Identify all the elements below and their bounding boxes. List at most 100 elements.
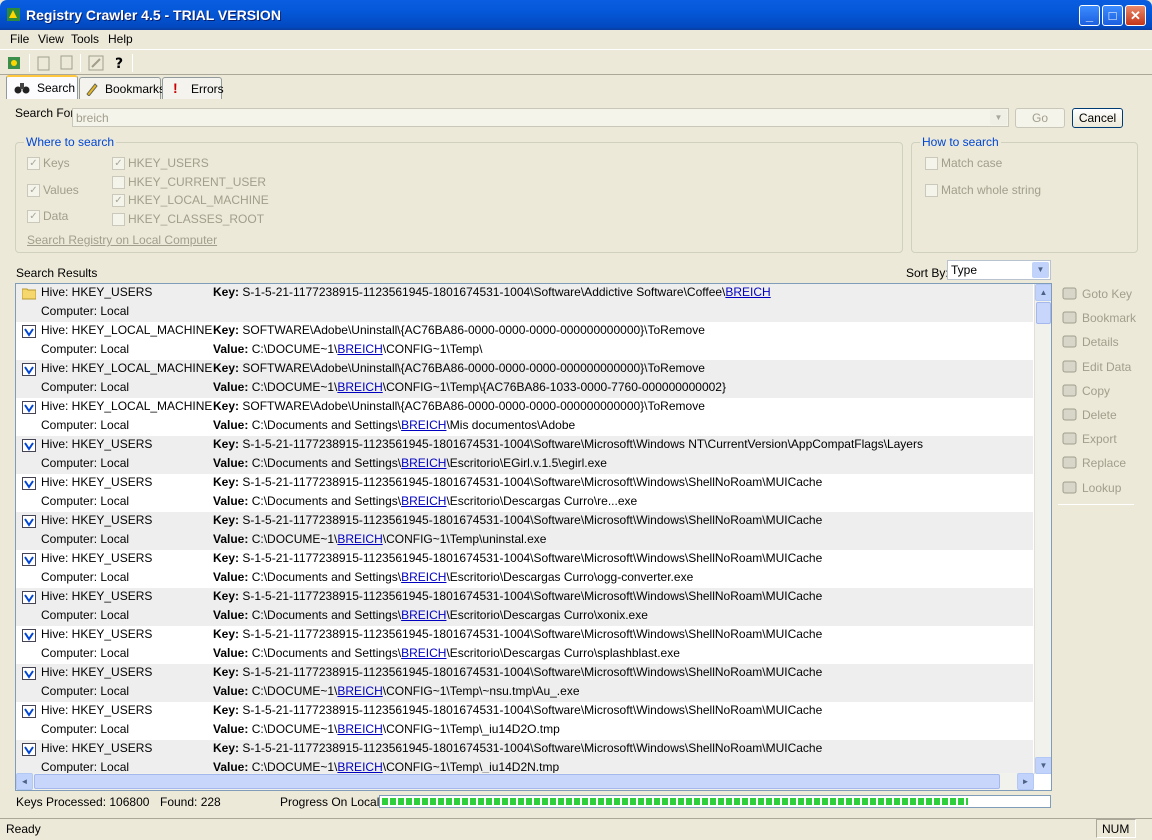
table-row[interactable]: Hive: HKEY_USERS Computer: Local Key: S-1-… bbox=[16, 588, 1033, 626]
menu-help[interactable]: Help bbox=[108, 32, 133, 46]
row-value-match[interactable]: BREICH bbox=[401, 608, 446, 622]
window-title: Registry Crawler 4.5 - TRIAL VERSION bbox=[26, 7, 281, 23]
row-value-match[interactable]: BREICH bbox=[337, 722, 382, 736]
app-icon bbox=[7, 8, 20, 21]
search-results-list[interactable]: Hive: HKEY_USERS Computer: Local Key: S-1-… bbox=[15, 283, 1052, 791]
row-hive: Hive: HKEY_USERS bbox=[41, 589, 153, 603]
vertical-scroll-thumb[interactable] bbox=[1036, 302, 1051, 324]
maximize-button[interactable]: □ bbox=[1102, 5, 1123, 26]
vertical-scrollbar[interactable]: ▲ ▼ bbox=[1034, 284, 1051, 774]
hkey-users-checkbox[interactable]: ✓ bbox=[112, 157, 125, 170]
row-value-path-end: \CONFIG~1\Temp\_iu14D2O.tmp bbox=[382, 722, 560, 736]
menu-tools[interactable]: Tools bbox=[71, 32, 99, 46]
sort-by-select[interactable]: Type ▼ bbox=[947, 260, 1051, 280]
cancel-button[interactable]: Cancel bbox=[1072, 108, 1123, 128]
registry-value-icon bbox=[22, 629, 36, 642]
value-label: Value: bbox=[213, 494, 249, 508]
horizontal-scroll-thumb[interactable] bbox=[34, 774, 1000, 789]
bookmark-button[interactable]: Bookmark bbox=[1060, 308, 1146, 328]
row-value-match[interactable]: BREICH bbox=[401, 494, 446, 508]
close-button[interactable]: ✕ bbox=[1125, 5, 1146, 26]
tab-search-label: Search bbox=[37, 81, 76, 95]
scroll-right-icon[interactable]: ► bbox=[1017, 773, 1034, 790]
found-count: Found: 228 bbox=[160, 795, 221, 809]
search-registry-link[interactable]: Search Registry on Local Computer bbox=[27, 233, 217, 247]
row-value-match[interactable]: BREICH bbox=[401, 456, 446, 470]
hkey-current-user-checkbox[interactable] bbox=[112, 176, 125, 189]
edit-data-button[interactable]: Edit Data bbox=[1060, 357, 1146, 377]
goto-icon[interactable] bbox=[87, 54, 105, 72]
row-key: Key: SOFTWARE\Adobe\Uninstall\{AC76BA86-… bbox=[213, 399, 705, 413]
values-checkbox[interactable]: ✓ bbox=[27, 184, 40, 197]
paste-icon[interactable] bbox=[57, 54, 75, 72]
row-value-path: C:\DOCUME~1\ bbox=[251, 760, 338, 774]
horizontal-scrollbar[interactable]: ◄ ► bbox=[16, 773, 1034, 790]
table-row[interactable]: Hive: HKEY_USERS Computer: Local Key: S-1-… bbox=[16, 284, 1033, 322]
row-hive: Hive: HKEY_USERS bbox=[41, 665, 153, 679]
key-label: Key: bbox=[213, 399, 240, 413]
chevron-down-icon[interactable]: ▼ bbox=[990, 110, 1007, 125]
table-row[interactable]: Hive: HKEY_LOCAL_MACHINE Computer: Local K… bbox=[16, 322, 1033, 360]
search-tool-icon[interactable] bbox=[5, 54, 23, 72]
data-checkbox[interactable]: ✓ bbox=[27, 210, 40, 223]
table-row[interactable]: Hive: HKEY_USERS Computer: Local Key: S-1-… bbox=[16, 664, 1033, 702]
delete-button[interactable]: Delete bbox=[1060, 405, 1146, 425]
help-icon[interactable]: ? bbox=[110, 54, 128, 72]
row-value-match[interactable]: BREICH bbox=[401, 418, 446, 432]
row-key: Key: S-1-5-21-1177238915-1123561945-1801… bbox=[213, 513, 822, 527]
row-value-match[interactable]: BREICH bbox=[401, 646, 446, 660]
keys-checkbox[interactable]: ✓ bbox=[27, 157, 40, 170]
scroll-down-icon[interactable]: ▼ bbox=[1035, 757, 1051, 774]
chevron-down-icon[interactable]: ▼ bbox=[1032, 262, 1049, 278]
table-row[interactable]: Hive: HKEY_LOCAL_MACHINE Computer: Local K… bbox=[16, 360, 1033, 398]
row-computer: Computer: Local bbox=[41, 608, 130, 622]
table-row[interactable]: Hive: HKEY_USERS Computer: Local Key: S-1-… bbox=[16, 436, 1033, 474]
hkey-classes-root-checkbox[interactable] bbox=[112, 213, 125, 226]
table-row[interactable]: Hive: HKEY_USERS Computer: Local Key: S-1-… bbox=[16, 550, 1033, 588]
tab-bookmarks[interactable]: Bookmarks bbox=[79, 77, 165, 99]
row-value-path: C:\Documents and Settings\ bbox=[251, 456, 402, 470]
row-key-path: S-1-5-21-1177238915-1123561945-180167453… bbox=[242, 551, 823, 565]
row-value-path-end: \Escritorio\Descargas Curro\ogg-converte… bbox=[446, 570, 694, 584]
clipboard-icon[interactable] bbox=[35, 54, 53, 72]
row-value-match[interactable]: BREICH bbox=[337, 760, 382, 774]
replace-icon bbox=[1062, 456, 1077, 469]
scroll-up-icon[interactable]: ▲ bbox=[1035, 284, 1051, 301]
row-value: Value: C:\Documents and Settings\BREICH\… bbox=[213, 418, 575, 432]
search-input[interactable]: breich ▼ bbox=[72, 108, 1009, 127]
row-value-match[interactable]: BREICH bbox=[337, 532, 382, 546]
table-row[interactable]: Hive: HKEY_LOCAL_MACHINE Computer: Local K… bbox=[16, 398, 1033, 436]
scroll-left-icon[interactable]: ◄ bbox=[16, 773, 33, 790]
row-value-match[interactable]: BREICH bbox=[401, 570, 446, 584]
row-value-match[interactable]: BREICH bbox=[337, 684, 382, 698]
tab-search[interactable]: Search bbox=[6, 75, 78, 99]
value-label: Value: bbox=[213, 608, 249, 622]
row-value: Value: C:\Documents and Settings\BREICH\… bbox=[213, 646, 680, 660]
row-value-match[interactable]: BREICH bbox=[337, 380, 382, 394]
goto-key-button[interactable]: Goto Key bbox=[1060, 284, 1146, 304]
table-row[interactable]: Hive: HKEY_USERS Computer: Local Key: S-1-… bbox=[16, 474, 1033, 512]
table-row[interactable]: Hive: HKEY_USERS Computer: Local Key: S-1-… bbox=[16, 702, 1033, 740]
minimize-button[interactable]: _ bbox=[1079, 5, 1100, 26]
delete-icon bbox=[1062, 408, 1077, 421]
menu-view[interactable]: View bbox=[38, 32, 64, 46]
lookup-button[interactable]: Lookup bbox=[1060, 478, 1146, 498]
row-value-match[interactable]: BREICH bbox=[337, 342, 382, 356]
table-row[interactable]: Hive: HKEY_USERS Computer: Local Key: S-1-… bbox=[16, 512, 1033, 550]
menu-file[interactable]: File bbox=[10, 32, 29, 46]
row-key: Key: S-1-5-21-1177238915-1123561945-1801… bbox=[213, 589, 822, 603]
replace-button[interactable]: Replace bbox=[1060, 453, 1146, 473]
side-button-label: Copy bbox=[1082, 383, 1111, 398]
registry-value-icon bbox=[22, 705, 36, 718]
export-button[interactable]: Export bbox=[1060, 429, 1146, 449]
tab-errors[interactable]: ! Errors bbox=[162, 77, 224, 99]
table-row[interactable]: Hive: HKEY_USERS Computer: Local Key: S-1-… bbox=[16, 626, 1033, 664]
row-key-match[interactable]: BREICH bbox=[725, 285, 770, 299]
copy-button[interactable]: Copy bbox=[1060, 381, 1146, 401]
match-case-label: Match case bbox=[941, 156, 1003, 170]
match-whole-checkbox[interactable] bbox=[925, 184, 938, 197]
match-case-checkbox[interactable] bbox=[925, 157, 938, 170]
go-button[interactable]: Go bbox=[1015, 108, 1065, 128]
hkey-local-machine-checkbox[interactable]: ✓ bbox=[112, 194, 125, 207]
details-button[interactable]: Details bbox=[1060, 332, 1146, 352]
